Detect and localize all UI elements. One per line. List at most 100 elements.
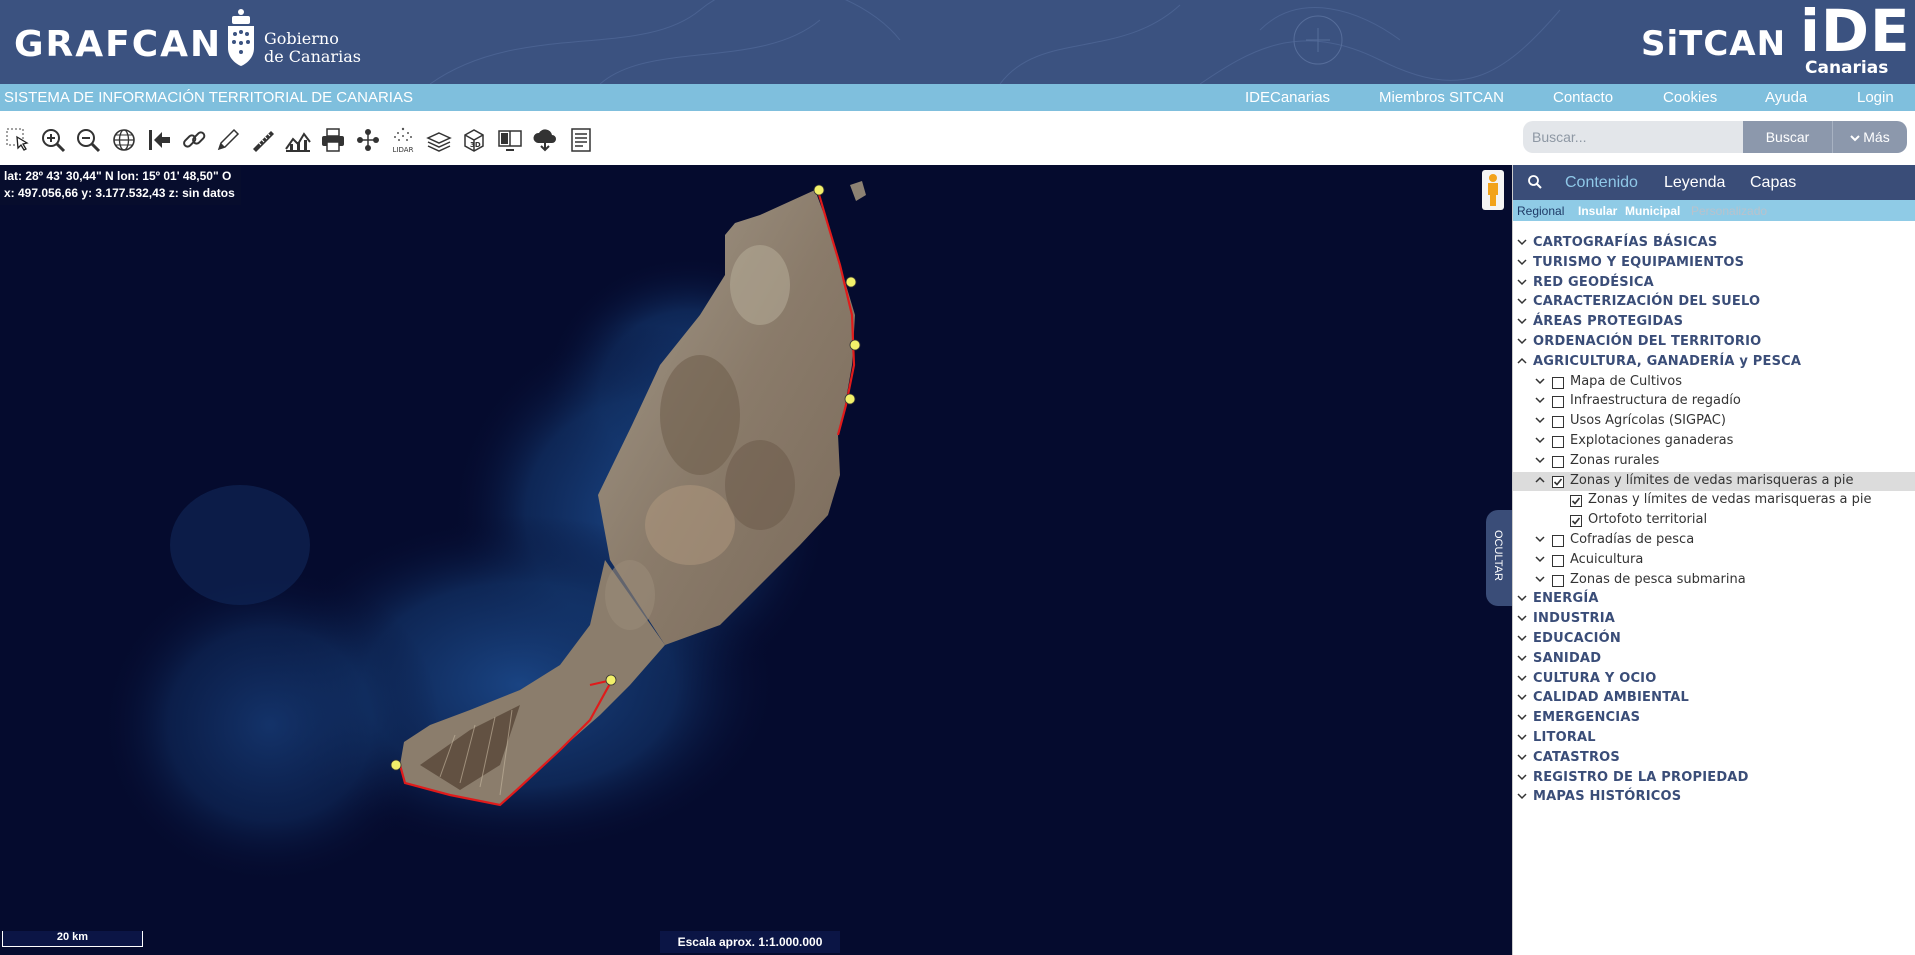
chevron-up-icon[interactable] (1517, 356, 1527, 366)
chevron-down-icon[interactable] (1517, 593, 1527, 603)
chevron-down-icon[interactable] (1535, 554, 1545, 564)
chevron-down-icon[interactable] (1517, 296, 1527, 306)
nav-link-miembros-sitcan[interactable]: Miembros SITCAN (1379, 89, 1504, 106)
chevron-down-icon[interactable] (1517, 613, 1527, 623)
checkbox[interactable] (1552, 416, 1564, 429)
ide-logo[interactable]: iDE (1800, 0, 1911, 62)
checkbox-checked[interactable] (1570, 515, 1582, 528)
map-canvas[interactable] (0, 165, 1512, 955)
tab-capas[interactable]: Capas (1750, 174, 1796, 192)
zoom-in-icon[interactable] (39, 126, 67, 154)
layer-item[interactable]: Zonas y límites de vedas marisqueras a p… (1513, 471, 1915, 491)
select-icon[interactable] (4, 126, 32, 154)
nav-link-contacto[interactable]: Contacto (1553, 89, 1613, 106)
chevron-down-icon[interactable] (1517, 673, 1527, 683)
chevron-down-icon[interactable] (1517, 316, 1527, 326)
chevron-down-icon[interactable] (1535, 395, 1545, 405)
chevron-down-icon[interactable] (1535, 435, 1545, 445)
chevron-down-icon[interactable] (1535, 415, 1545, 425)
nav-link-idecanarias[interactable]: IDECanarias (1245, 89, 1330, 106)
chevron-down-icon[interactable] (1517, 257, 1527, 267)
3d-icon[interactable]: 3D (460, 126, 488, 154)
zoom-out-icon[interactable] (74, 126, 102, 154)
chevron-down-icon[interactable] (1517, 633, 1527, 643)
compare-icon[interactable] (496, 126, 524, 154)
checkbox[interactable] (1552, 554, 1564, 567)
checkbox[interactable] (1552, 574, 1564, 587)
category-item[interactable]: CARTOGRAFÍAS BÁSICAS (1513, 234, 1915, 253)
search-input[interactable] (1523, 121, 1743, 153)
layer-item[interactable]: Ortofoto territorial (1513, 511, 1915, 530)
category-item[interactable]: CATASTROS (1513, 749, 1915, 768)
profile-icon[interactable] (284, 126, 312, 154)
category-item[interactable]: ENERGÍA (1513, 590, 1915, 609)
link-icon[interactable] (180, 126, 208, 154)
layer-item[interactable]: Explotaciones ganaderas (1513, 432, 1915, 451)
measure-icon[interactable] (249, 126, 277, 154)
print-icon[interactable] (319, 126, 347, 154)
layer-item[interactable]: Usos Agrícolas (SIGPAC) (1513, 412, 1915, 431)
chevron-down-icon[interactable] (1517, 692, 1527, 702)
layer-item[interactable]: Mapa de Cultivos (1513, 373, 1915, 392)
chevron-down-icon[interactable] (1517, 791, 1527, 801)
category-item[interactable]: TURISMO Y EQUIPAMIENTOS (1513, 254, 1915, 273)
chevron-down-icon[interactable] (1517, 772, 1527, 782)
network-icon[interactable] (354, 126, 382, 154)
category-item[interactable]: CULTURA Y OCIO (1513, 670, 1915, 689)
gobierno-canarias-logo[interactable]: Gobierno de Canarias (264, 30, 361, 66)
chevron-down-icon[interactable] (1535, 574, 1545, 584)
report-icon[interactable] (567, 126, 595, 154)
chevron-down-icon[interactable] (1535, 376, 1545, 386)
category-item[interactable]: REGISTRO DE LA PROPIEDAD (1513, 769, 1915, 788)
pencil-icon[interactable] (214, 126, 242, 154)
category-item[interactable]: ÁREAS PROTEGIDAS (1513, 313, 1915, 332)
checkbox[interactable] (1552, 455, 1564, 468)
more-button[interactable]: Más (1832, 121, 1907, 153)
tab-contenido[interactable]: Contenido (1565, 174, 1638, 192)
grafcan-logo[interactable]: GRAFCAN (14, 24, 222, 65)
checkbox-checked[interactable] (1570, 495, 1582, 508)
cloud-download-icon[interactable] (531, 126, 559, 154)
layer-item[interactable]: Zonas rurales (1513, 452, 1915, 471)
category-item[interactable]: EDUCACIÓN (1513, 630, 1915, 649)
nav-link-ayuda[interactable]: Ayuda (1765, 89, 1807, 106)
category-item[interactable]: INDUSTRIA (1513, 610, 1915, 629)
layers-icon[interactable] (425, 126, 453, 154)
lidar-icon[interactable]: LIDAR (389, 126, 417, 154)
category-item[interactable]: RED GEODÉSICA (1513, 274, 1915, 293)
subtab-regional[interactable]: Regional (1517, 204, 1564, 218)
category-item[interactable]: MAPAS HISTÓRICOS (1513, 788, 1915, 807)
category-item[interactable]: SANIDAD (1513, 650, 1915, 669)
category-item[interactable]: LITORAL (1513, 729, 1915, 748)
street-view-pegman-icon[interactable] (1482, 170, 1504, 210)
tab-leyenda[interactable]: Leyenda (1664, 174, 1725, 192)
layer-item[interactable]: Zonas de pesca submarina (1513, 571, 1915, 590)
layer-item[interactable]: Cofradías de pesca (1513, 531, 1915, 550)
category-item[interactable]: CALIDAD AMBIENTAL (1513, 689, 1915, 708)
chevron-down-icon[interactable] (1517, 653, 1527, 663)
nav-link-login[interactable]: Login (1857, 89, 1894, 106)
chevron-up-icon[interactable] (1535, 475, 1545, 485)
back-icon[interactable] (145, 126, 173, 154)
category-item[interactable]: EMERGENCIAS (1513, 709, 1915, 728)
search-button[interactable]: Buscar (1743, 121, 1832, 153)
category-item[interactable]: ORDENACIÓN DEL TERRITORIO (1513, 333, 1915, 352)
checkbox[interactable] (1552, 535, 1564, 547)
nav-link-cookies[interactable]: Cookies (1663, 89, 1717, 106)
checkbox[interactable] (1552, 436, 1564, 448)
subtab-municipal[interactable]: Municipal (1625, 204, 1680, 218)
checkbox-checked[interactable] (1552, 475, 1564, 488)
category-item[interactable]: AGRICULTURA, GANADERÍA y PESCA (1513, 353, 1915, 372)
layer-item[interactable]: Infraestructura de regadío (1513, 392, 1915, 411)
subtab-insular[interactable]: Insular (1578, 204, 1617, 218)
hide-panel-button[interactable]: OCULTAR (1486, 510, 1512, 606)
category-item[interactable]: CARACTERIZACIÓN DEL SUELO (1513, 293, 1915, 312)
globe-icon[interactable] (110, 126, 138, 154)
checkbox[interactable] (1552, 376, 1564, 389)
chevron-down-icon[interactable] (1535, 534, 1545, 544)
chevron-down-icon[interactable] (1517, 732, 1527, 742)
chevron-down-icon[interactable] (1517, 752, 1527, 762)
layer-item[interactable]: Acuicultura (1513, 551, 1915, 570)
checkbox[interactable] (1552, 396, 1564, 409)
layer-item[interactable]: Zonas y límites de vedas marisqueras a p… (1513, 491, 1915, 510)
